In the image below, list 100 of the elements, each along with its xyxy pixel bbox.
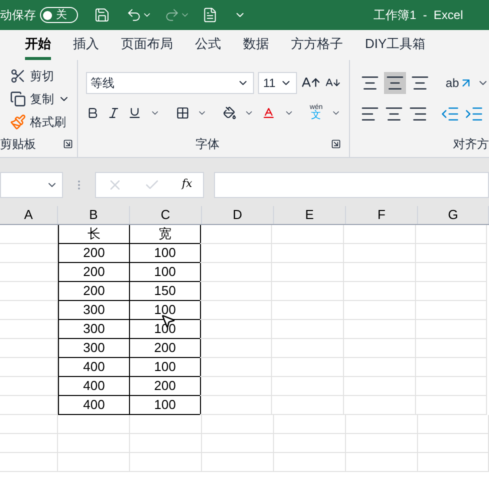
table-cell: 100: [129, 263, 201, 282]
column-header[interactable]: G: [418, 206, 489, 224]
empty-cell: [418, 453, 489, 472]
table-cell: 200: [58, 282, 130, 301]
empty-cell: [346, 434, 418, 453]
empty-cell: [418, 434, 489, 453]
empty-cell: [0, 339, 58, 358]
column-header[interactable]: D: [202, 206, 274, 224]
column-header[interactable]: E: [274, 206, 346, 224]
empty-cell: [416, 282, 487, 301]
clipboard-button[interactable]: 剪切: [10, 66, 77, 86]
empty-cell: [58, 434, 130, 453]
document-icon[interactable]: [202, 7, 218, 23]
autosave-toggle[interactable]: 关: [40, 7, 78, 23]
empty-cell: [58, 453, 130, 472]
table-cell: 宽: [129, 225, 201, 244]
empty-cell: [344, 282, 416, 301]
empty-cell: [416, 320, 487, 339]
ribbon-tab[interactable]: 公式: [195, 34, 221, 60]
fill-color-icon[interactable]: [223, 104, 236, 120]
empty-cell: [416, 301, 487, 320]
ribbon-tab[interactable]: 插入: [73, 34, 99, 60]
empty-cell: [272, 244, 344, 263]
empty-cell: [272, 282, 344, 301]
empty-cell: [416, 358, 487, 377]
empty-cell: [58, 415, 130, 434]
empty-cell: [130, 434, 202, 453]
ribbon-tab[interactable]: 数据: [243, 34, 269, 60]
table-cell: 300: [58, 320, 130, 339]
table-cell: 150: [129, 282, 201, 301]
column-header[interactable]: B: [58, 206, 130, 224]
empty-cell: [0, 320, 58, 339]
empty-cell: [0, 434, 58, 453]
border-icon[interactable]: [176, 104, 190, 120]
undo-icon[interactable]: [126, 7, 142, 23]
empty-cell: [0, 282, 58, 301]
ribbon-tab[interactable]: 页面布局: [121, 34, 173, 60]
empty-cell: [272, 358, 344, 377]
empty-cell: [200, 282, 272, 301]
empty-cell: [200, 358, 272, 377]
empty-cell: [0, 377, 58, 396]
empty-cell: [200, 396, 272, 415]
column-header[interactable]: C: [130, 206, 202, 224]
column-header[interactable]: A: [0, 206, 58, 224]
autosave-label: 动保存: [0, 7, 36, 24]
column-header[interactable]: F: [346, 206, 418, 224]
font-size-field[interactable]: 11: [258, 72, 298, 94]
empty-cell: [344, 339, 416, 358]
empty-cell: [344, 301, 416, 320]
table-cell: 100: [129, 244, 201, 263]
empty-cell: [272, 377, 344, 396]
empty-cell: [272, 301, 344, 320]
font-name-field[interactable]: 等线: [86, 72, 254, 94]
table-cell: 400: [58, 358, 130, 377]
table-cell: 200: [58, 263, 130, 282]
clipboard-button[interactable]: 格式刷: [10, 112, 77, 132]
empty-cell: [0, 358, 58, 377]
empty-cell: [202, 434, 274, 453]
empty-cell: [344, 377, 416, 396]
dialog-launcher-icon[interactable]: [62, 139, 73, 149]
table-cell: 长: [58, 225, 130, 244]
group-label: 对齐方: [453, 136, 489, 153]
dialog-launcher-icon[interactable]: [330, 139, 341, 149]
empty-cell: [344, 358, 416, 377]
group-label: 剪贴板: [0, 136, 36, 153]
ribbon-tab[interactable]: DIY工具箱: [365, 34, 426, 60]
empty-cell: [346, 453, 418, 472]
copy-icon: [10, 91, 26, 107]
empty-cell: [0, 453, 58, 472]
table-cell: 200: [129, 339, 201, 358]
table-cell: 400: [58, 396, 130, 415]
empty-cell: [344, 396, 416, 415]
empty-cell: [346, 415, 418, 434]
empty-cell: [200, 377, 272, 396]
empty-cell: [272, 396, 344, 415]
ribbon-tab[interactable]: 方方格子: [291, 34, 343, 60]
empty-cell: [200, 263, 272, 282]
empty-cell: [272, 320, 344, 339]
empty-cell: [130, 415, 202, 434]
empty-cell: [416, 377, 487, 396]
empty-cell: [200, 320, 272, 339]
empty-cell: [200, 301, 272, 320]
clipboard-button[interactable]: 复制: [10, 89, 77, 109]
empty-cell: [200, 244, 272, 263]
orientation-button[interactable]: ab: [446, 76, 473, 90]
insert-function-button[interactable]: fx: [182, 176, 192, 193]
save-icon[interactable]: [94, 7, 110, 23]
align-middle-button[interactable]: [384, 72, 406, 94]
table-cell: 400: [58, 377, 130, 396]
paintbrush-icon: [10, 114, 26, 130]
empty-cell: [0, 244, 58, 263]
empty-cell: [0, 263, 58, 282]
window-title: 工作簿1 - Excel: [374, 7, 463, 24]
table-cell: 300: [58, 301, 130, 320]
table-cell: 300: [58, 339, 130, 358]
empty-cell: [416, 339, 487, 358]
empty-cell: [202, 415, 274, 434]
empty-cell: [0, 415, 58, 434]
empty-cell: [272, 339, 344, 358]
empty-cell: [274, 434, 346, 453]
